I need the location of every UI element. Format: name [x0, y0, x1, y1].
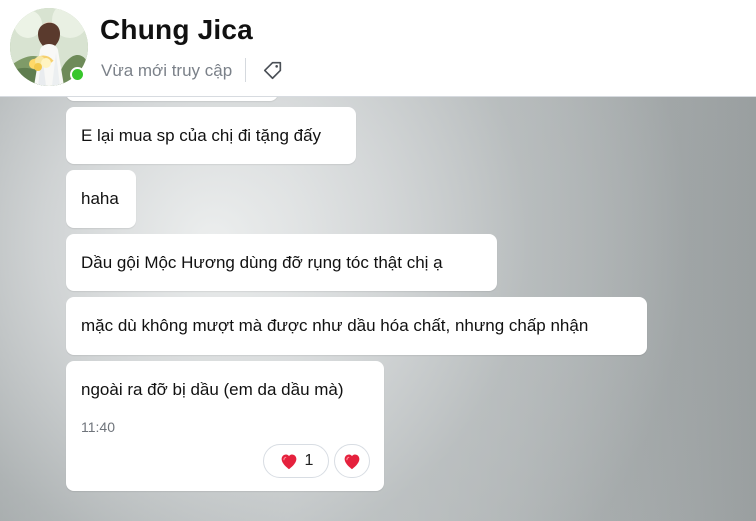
chat-header: Chung Jica Vừa mới truy cập [0, 0, 756, 97]
tag-button[interactable] [258, 55, 288, 85]
add-heart-reaction-button[interactable] [334, 444, 370, 478]
message-time: 11:40 [81, 419, 115, 435]
tag-icon [263, 61, 282, 80]
message-text: Dầu gội Mộc Hương dùng đỡ rụng tóc thật … [81, 253, 443, 272]
message-bubble[interactable]: haha [66, 170, 136, 228]
message-bubble-partial [66, 97, 278, 101]
heart-icon [344, 454, 360, 470]
message-bubble[interactable]: Dầu gội Mộc Hương dùng đỡ rụng tóc thật … [66, 234, 497, 291]
contact-avatar[interactable] [10, 8, 88, 86]
heart-reaction-count[interactable]: 1 [263, 444, 329, 478]
message-text: haha [81, 189, 119, 208]
message-bubble[interactable]: E lại mua sp của chị đi tặng đấy [66, 107, 356, 164]
heart-icon [281, 454, 296, 470]
status-divider [245, 58, 246, 82]
reaction-count: 1 [304, 452, 314, 469]
message-bubble[interactable]: mặc dù không mượt mà được như dầu hóa ch… [66, 297, 647, 355]
message-text: E lại mua sp của chị đi tặng đấy [81, 126, 322, 145]
message-text: ngoài ra đỡ bị dầu (em da dầu mà) [81, 380, 344, 399]
contact-name: Chung Jica [100, 14, 253, 45]
message-bubble-with-reactions[interactable]: ngoài ra đỡ bị dầu (em da dầu mà) 11:40 … [66, 361, 384, 491]
chat-thread: E lại mua sp của chị đi tặng đấy haha Dầ… [0, 97, 756, 521]
message-text: mặc dù không mượt mà được như dầu hóa ch… [81, 316, 589, 335]
online-status-dot [70, 67, 85, 82]
presence-status: Vừa mới truy cập [101, 61, 233, 80]
